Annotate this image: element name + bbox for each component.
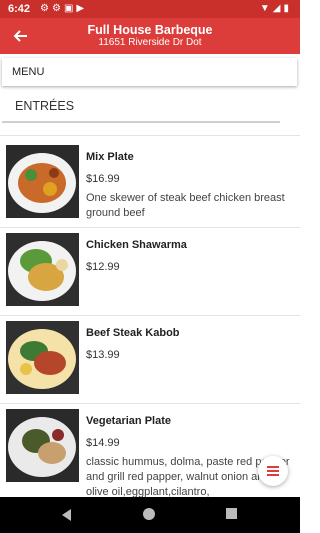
menu-item[interactable]: Chicken Shawarma $12.99 xyxy=(0,233,300,311)
gear-icon: ⚙ xyxy=(40,3,52,14)
item-description: One skewer of steak beef chicken breast … xyxy=(86,192,285,219)
item-price: $16.99 xyxy=(86,173,120,185)
item-name: Beef Steak Kabob xyxy=(86,327,180,339)
category-title: ENTRÉES xyxy=(15,99,75,113)
menu-label: MENU xyxy=(12,66,45,78)
food-image xyxy=(6,233,79,306)
item-price: $12.99 xyxy=(86,261,120,273)
play-icon: ▶ xyxy=(76,3,88,14)
back-button[interactable] xyxy=(10,26,30,46)
category-divider xyxy=(2,121,280,123)
nav-back-icon[interactable] xyxy=(62,509,71,521)
menu-item[interactable]: Beef Steak Kabob $13.99 xyxy=(0,321,300,399)
gear-icon: ⚙ xyxy=(51,3,64,14)
restaurant-address: 11651 Riverside Dr Dot xyxy=(98,37,202,48)
nav-recent-apps-icon[interactable] xyxy=(226,508,237,519)
menu-selector[interactable]: MENU xyxy=(2,58,297,86)
list-divider xyxy=(0,403,300,404)
item-price: $13.99 xyxy=(86,349,120,361)
list-view-button[interactable] xyxy=(258,456,288,486)
navigation-bar xyxy=(0,497,300,533)
signal-icon: ◢ xyxy=(272,3,284,14)
item-name: Chicken Shawarma xyxy=(86,239,187,251)
item-name: Mix Plate xyxy=(86,151,134,163)
food-image xyxy=(6,145,79,218)
app-bar: Full House Barbeque 11651 Riverside Dr D… xyxy=(0,18,300,54)
list-divider xyxy=(0,315,300,316)
status-time: 6:42 xyxy=(8,3,31,15)
food-image xyxy=(6,321,79,394)
item-name: Vegetarian Plate xyxy=(86,415,171,427)
restaurant-title: Full House Barbeque xyxy=(87,23,213,37)
app-bar-titles: Full House Barbeque 11651 Riverside Dr D… xyxy=(40,23,260,49)
wifi-icon: ▼ xyxy=(259,3,273,14)
food-image xyxy=(6,409,79,482)
status-system-icons: ▼◢▮ xyxy=(260,3,292,14)
list-icon xyxy=(267,466,279,476)
status-notification-icons: ⚙⚙▣▶ xyxy=(40,3,87,14)
status-bar: 6:42 ⚙⚙▣▶ ▼◢▮ xyxy=(0,0,300,18)
nav-home-icon[interactable] xyxy=(143,508,155,520)
battery-icon: ▮ xyxy=(283,3,292,14)
arrow-left-icon xyxy=(13,30,27,42)
item-price: $14.99 xyxy=(86,437,120,449)
list-divider xyxy=(0,135,300,136)
menu-item[interactable]: Vegetarian Plate $14.99 classic hummus, … xyxy=(0,409,300,499)
list-divider xyxy=(0,227,300,228)
menu-item[interactable]: Mix Plate $16.99 One skewer of steak bee… xyxy=(0,145,300,223)
image-icon: ▣ xyxy=(63,3,77,14)
